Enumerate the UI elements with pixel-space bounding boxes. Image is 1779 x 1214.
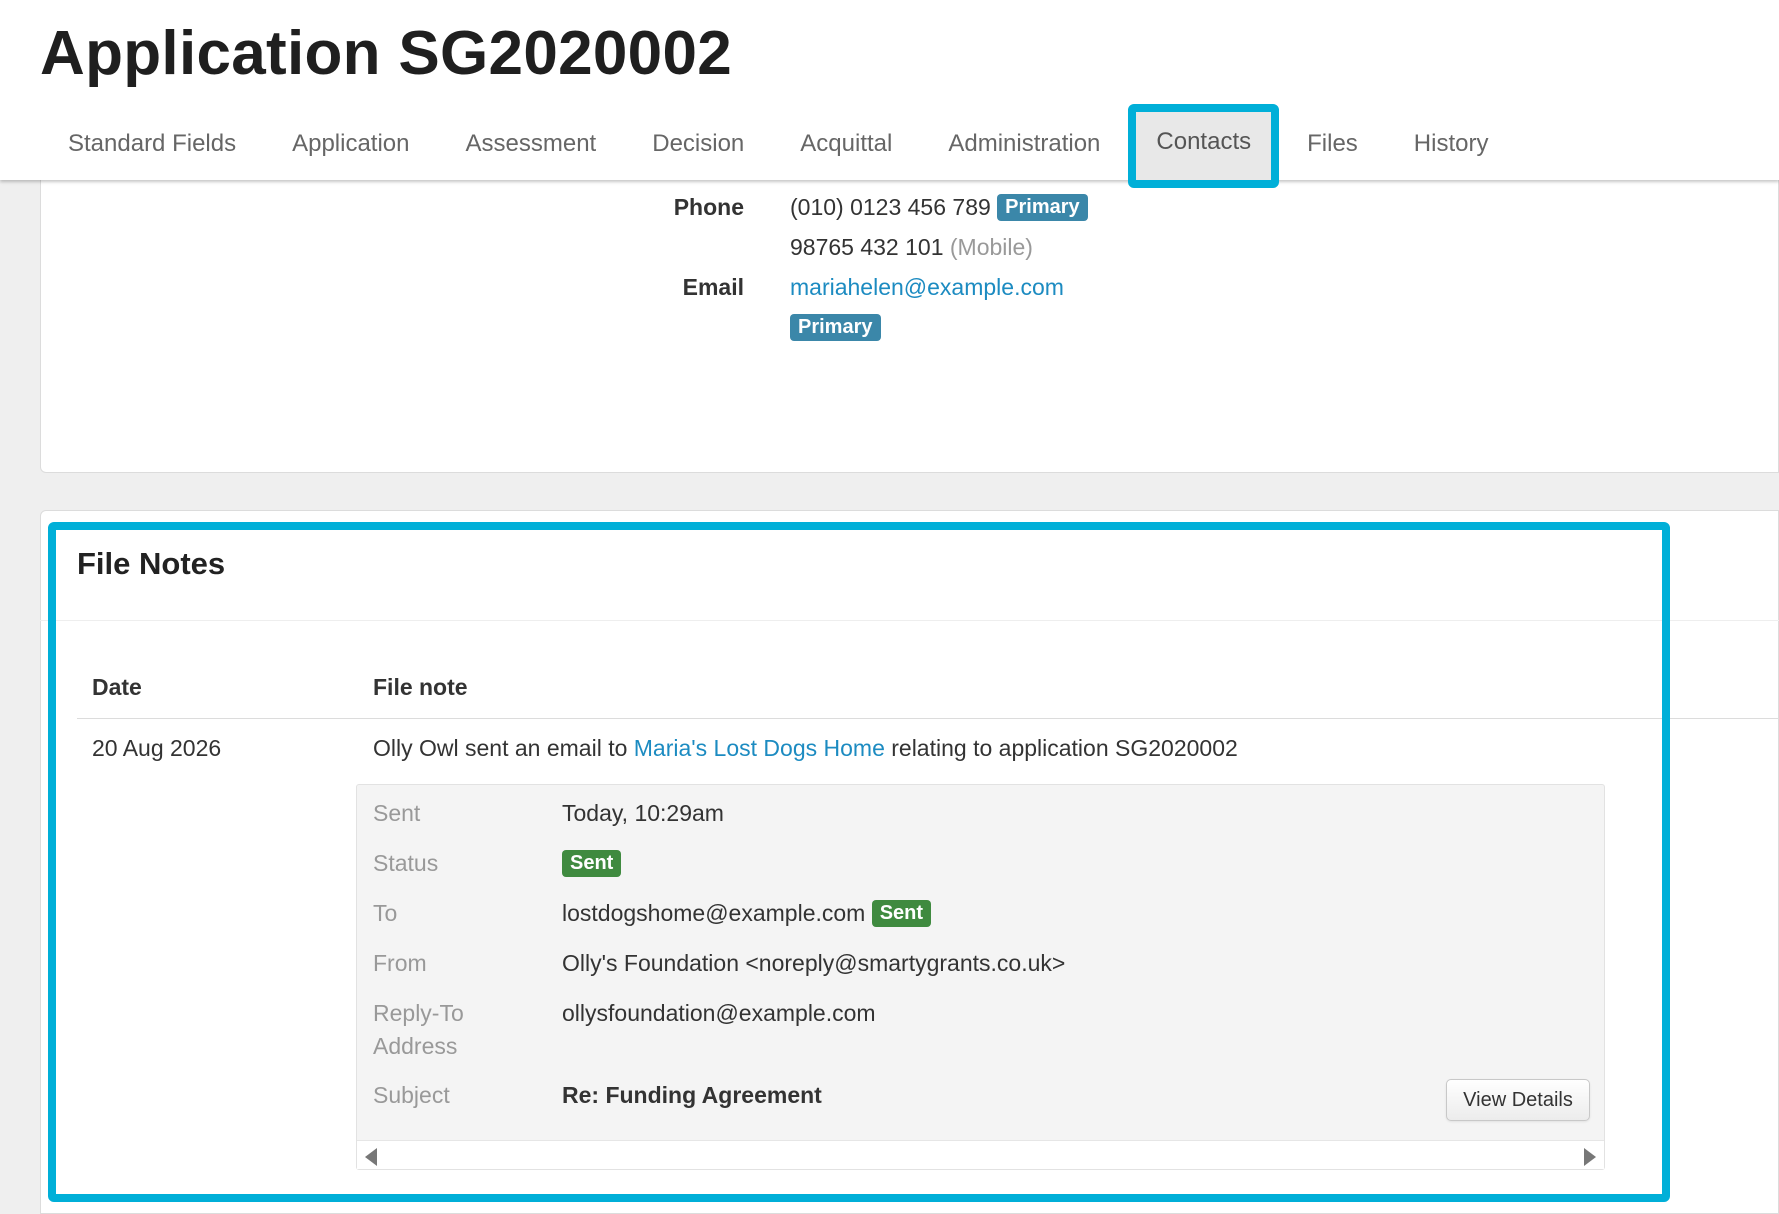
tab-bar: Standard Fields Application Assessment D… xyxy=(40,104,1517,188)
tab-decision[interactable]: Decision xyxy=(624,106,772,180)
note-date: 20 Aug 2026 xyxy=(92,735,222,761)
phone-mobile-row: 98765 432 101 (Mobile) xyxy=(790,234,1033,261)
page-header: Application SG2020002 Standard Fields Ap… xyxy=(0,0,1779,188)
tab-application[interactable]: Application xyxy=(264,106,437,180)
email-label: Email xyxy=(682,274,744,300)
phone-label: Phone xyxy=(673,194,744,220)
column-header-date: Date xyxy=(92,674,142,700)
email-row: mariahelen@example.com xyxy=(790,274,1064,301)
subject-value: Re: Funding Agreement xyxy=(562,1082,822,1108)
status-badge: Sent xyxy=(562,850,622,877)
note-contact-link[interactable]: Maria's Lost Dogs Home xyxy=(634,735,885,761)
phone-primary-value: (010) 0123 456 789 xyxy=(790,194,991,220)
status-value: Sent xyxy=(562,847,622,880)
tab-contacts[interactable]: Contacts xyxy=(1128,104,1280,188)
email-details-box: Sent Today, 10:29am Status Sent To lostd… xyxy=(356,784,1605,1170)
to-address: lostdogshome@example.com xyxy=(562,900,866,926)
reply-to-label-line1: Reply-To xyxy=(373,1000,464,1026)
page-title: Application SG2020002 xyxy=(40,19,733,88)
column-header-file-note: File note xyxy=(373,674,468,700)
email-badge-row: Primary xyxy=(790,314,881,341)
tab-history[interactable]: History xyxy=(1386,106,1517,180)
email-link[interactable]: mariahelen@example.com xyxy=(790,274,1064,300)
reply-to-label-line2: Address xyxy=(373,1033,458,1059)
tab-assessment[interactable]: Assessment xyxy=(438,106,625,180)
sent-label: Sent xyxy=(373,800,421,826)
subject-label: Subject xyxy=(373,1082,450,1108)
note-text: Olly Owl sent an email to Maria's Lost D… xyxy=(373,735,1238,762)
scroll-left-arrow-icon[interactable] xyxy=(365,1148,377,1166)
status-label: Status xyxy=(373,850,439,876)
phone-mobile-value: 98765 432 101 xyxy=(790,234,944,260)
phone-mobile-type: (Mobile) xyxy=(949,234,1033,260)
tab-files[interactable]: Files xyxy=(1279,106,1386,180)
divider xyxy=(40,620,1779,621)
from-value: Olly's Foundation <noreply@smartygrants.… xyxy=(562,950,1066,976)
sent-value: Today, 10:29am xyxy=(562,800,724,826)
to-sent-badge: Sent xyxy=(871,900,932,927)
reply-to-label: Reply-To Address xyxy=(373,997,464,1063)
table-header-divider xyxy=(77,718,1779,719)
email-primary-badge: Primary xyxy=(790,314,881,341)
file-notes-title: File Notes xyxy=(77,546,226,581)
to-value: lostdogshome@example.com Sent xyxy=(562,897,932,930)
phone-primary-row: (010) 0123 456 789 Primary xyxy=(790,194,1088,221)
scroll-right-arrow-icon[interactable] xyxy=(1584,1148,1596,1166)
horizontal-scrollbar[interactable] xyxy=(357,1140,1604,1169)
phone-primary-badge: Primary xyxy=(997,194,1088,221)
from-label: From xyxy=(373,950,427,976)
tab-administration[interactable]: Administration xyxy=(920,106,1128,180)
tab-acquittal[interactable]: Acquittal xyxy=(772,106,920,180)
note-text-suffix: relating to application SG2020002 xyxy=(884,735,1238,761)
contact-details-panel: Phone (010) 0123 456 789 Primary 98765 4… xyxy=(40,150,1779,473)
reply-to-value: ollysfoundation@example.com xyxy=(562,1000,876,1026)
view-details-button[interactable]: View Details xyxy=(1446,1079,1590,1121)
to-label: To xyxy=(373,900,398,926)
note-text-prefix: Olly Owl sent an email to xyxy=(373,735,634,761)
tab-standard-fields[interactable]: Standard Fields xyxy=(40,106,264,180)
